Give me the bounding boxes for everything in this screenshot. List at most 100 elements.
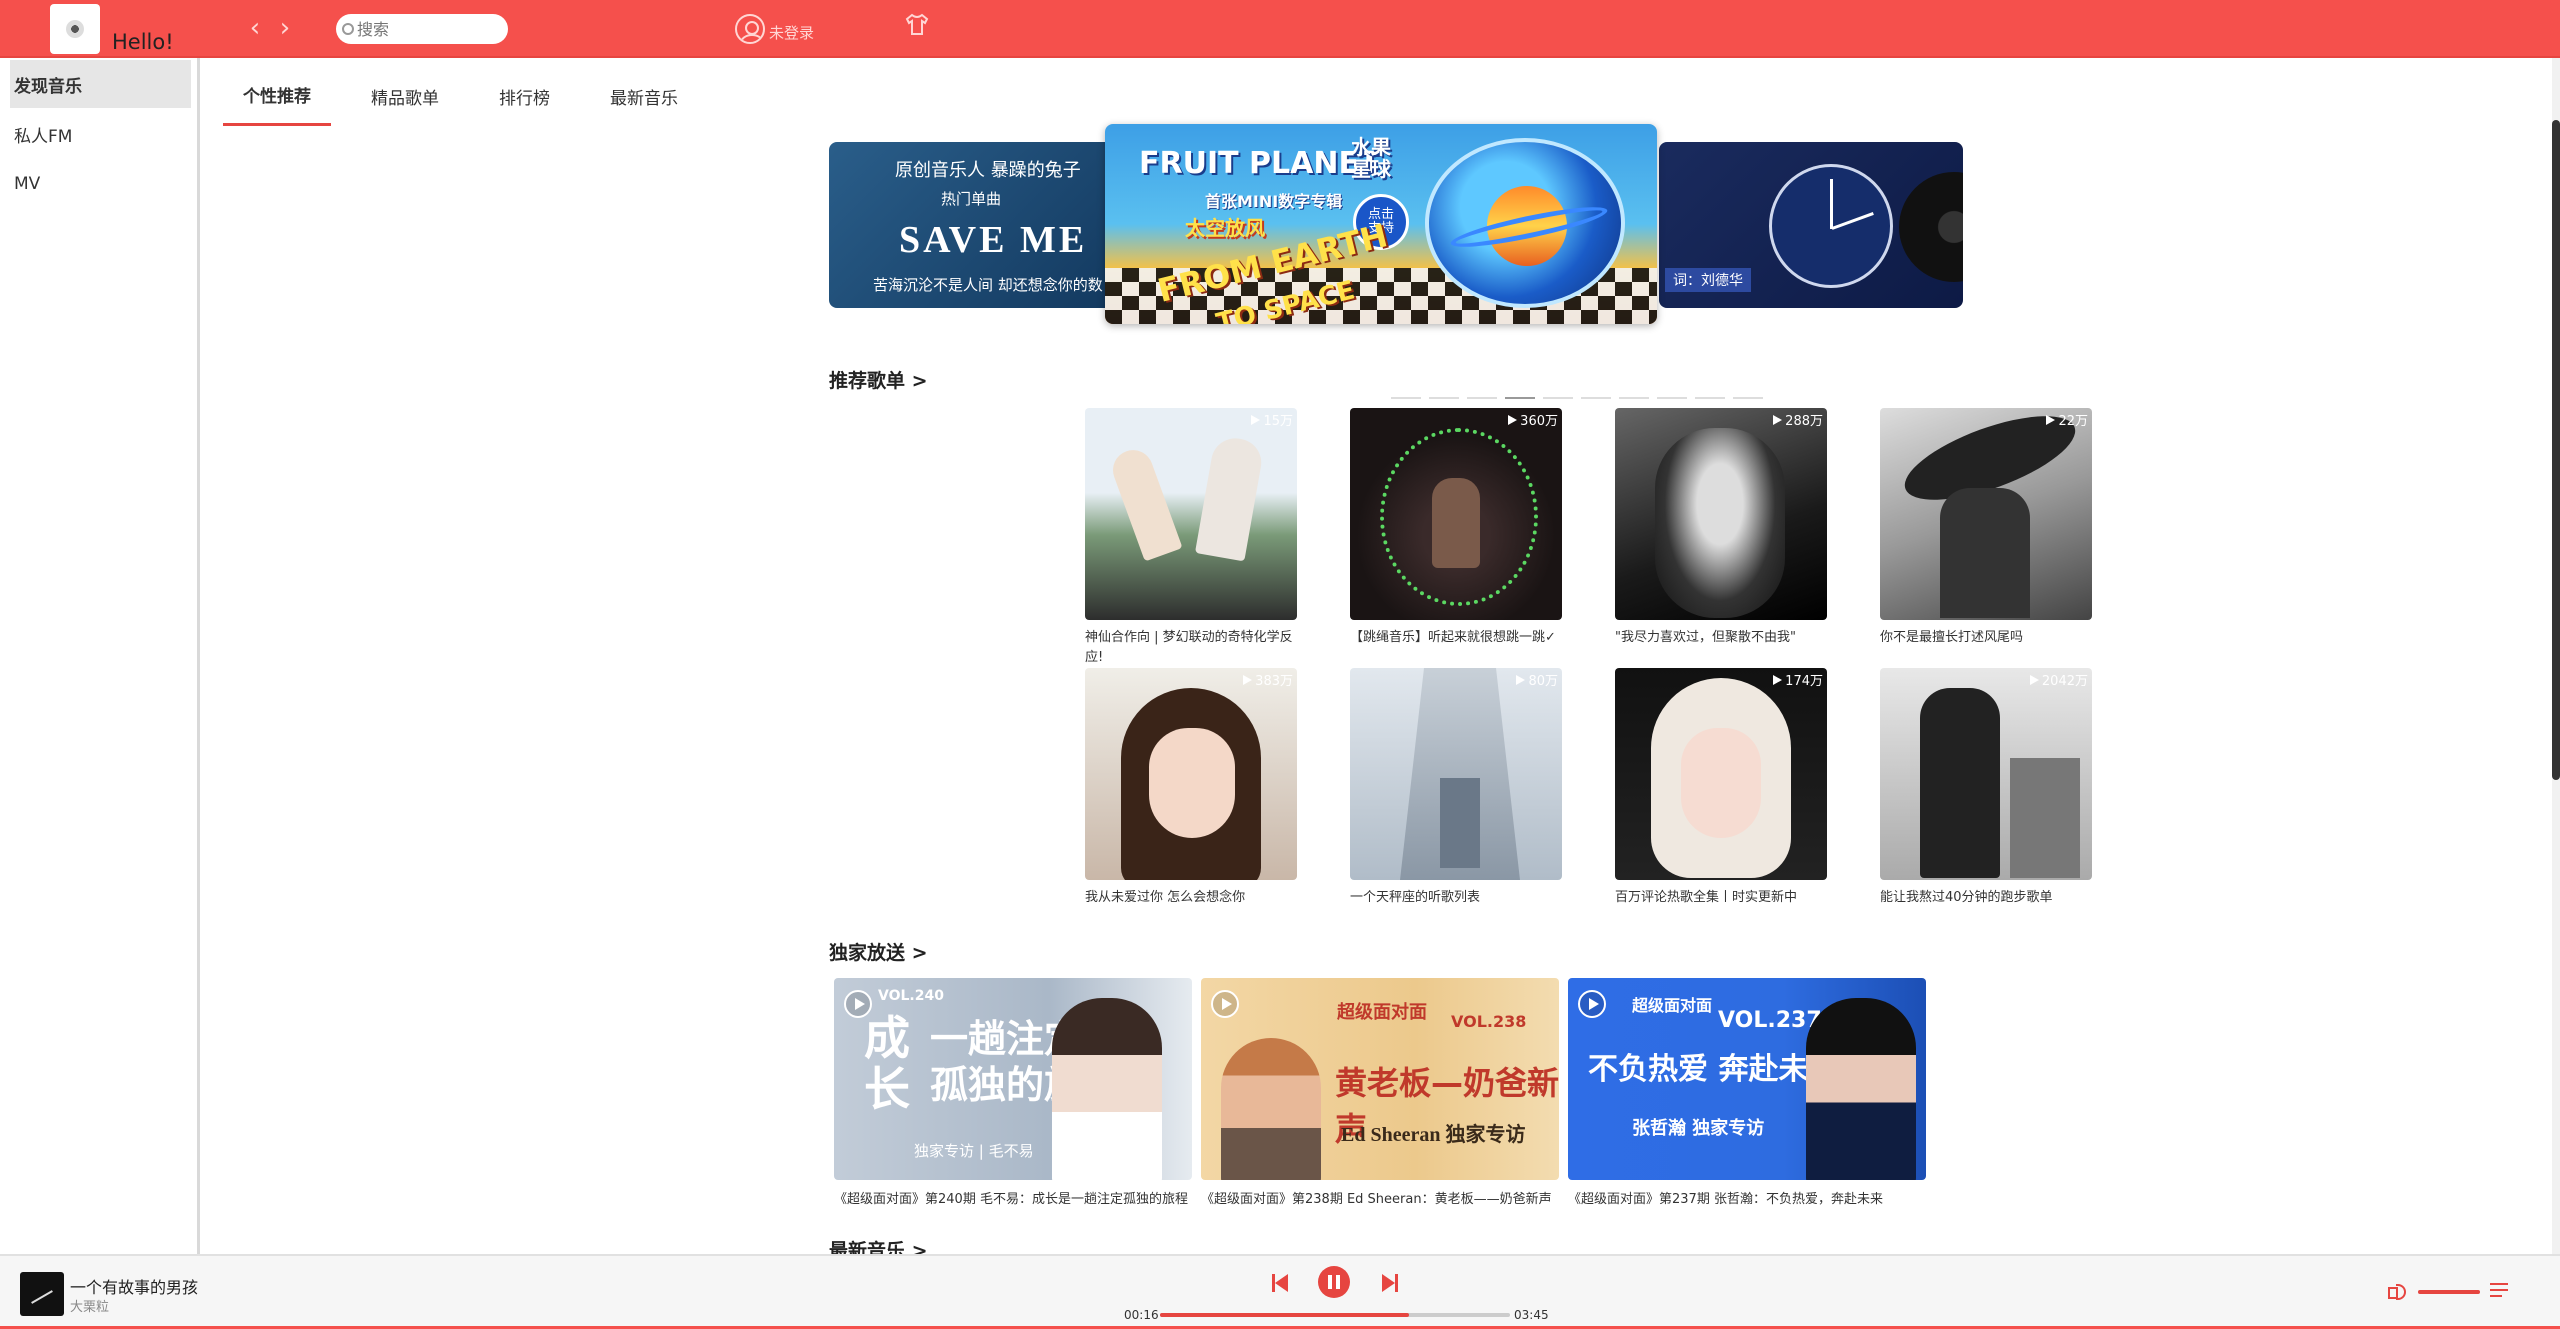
now-playing-artist: 大栗粒 — [70, 1300, 110, 1315]
now-playing-cover[interactable] — [20, 1272, 64, 1316]
playlist-name: 【跳绳音乐】听起来就很想跳一跳✓ — [1350, 630, 1556, 645]
banner-text: 词：刘德华 — [1665, 268, 1751, 292]
play-icon[interactable] — [1578, 990, 1606, 1018]
vinyl-image — [1899, 172, 1963, 282]
banner-subtitle: 首张MINI数字专辑 — [1205, 192, 1343, 211]
exclusive-side-text: 超级面对面 — [1632, 996, 1713, 1015]
exclusive-vol: VOL.238 — [1451, 1012, 1527, 1031]
section-title-exclusive[interactable]: 独家放送 > — [829, 938, 928, 965]
playlist-cover: 383万 — [1085, 668, 1297, 880]
section-title-newest[interactable]: 最新音乐 > — [829, 1236, 928, 1254]
banner-slide-active[interactable]: FRUIT PLANET 水果 星球 首张MINI数字专辑 太空放风 点击 支持… — [1105, 124, 1657, 324]
total-time: 03:45 — [1514, 1308, 1549, 1322]
play-count-value: 360万 — [1520, 414, 1558, 429]
play-count-value: 383万 — [1255, 674, 1293, 689]
exclusive-title: 《超级面对面》第237期 张哲瀚：不负热爱，奔赴未来 — [1568, 1192, 1883, 1207]
carousel-dot[interactable] — [1429, 397, 1459, 399]
playlist-card[interactable]: 360万【跳绳音乐】听起来就很想跳一跳✓ — [1350, 408, 1562, 648]
next-track-icon[interactable] — [1380, 1272, 1398, 1294]
logo-icon — [66, 20, 84, 38]
progress-bar[interactable] — [1160, 1313, 1510, 1317]
playlist-card[interactable]: 15万 神仙合作向 | 梦幻联动的奇特化学反应! — [1085, 408, 1297, 667]
carousel-dot[interactable] — [1657, 397, 1687, 399]
player-bar: 一个有故事的男孩 大栗粒 00:16 03:45 — [0, 1254, 2560, 1329]
play-icon — [1773, 414, 1783, 425]
scrollbar-thumb[interactable] — [2552, 120, 2560, 780]
exclusive-cover: 超级面对面 VOL.238 黄老板—奶爸新声 Ed Sheeran 独家专访 — [1201, 978, 1559, 1180]
exclusive-person-image — [1806, 998, 1916, 1180]
play-count-value: 15万 — [1263, 414, 1293, 429]
playlist-card[interactable]: 383万 我从未爱过你 怎么会想念你 — [1085, 668, 1297, 908]
forward-icon[interactable]: › — [274, 15, 296, 41]
play-icon — [2046, 414, 2056, 425]
planet-image — [1425, 138, 1625, 308]
exclusive-title: 《超级面对面》第238期 Ed Sheeran：黄老板——奶爸新声 — [1201, 1192, 1552, 1207]
login-button[interactable]: 未登录 — [735, 14, 814, 44]
tshirt-icon[interactable] — [903, 12, 931, 38]
playlist-card[interactable]: 80万 一个天秤座的听歌列表 — [1350, 668, 1562, 908]
exclusive-title: 《超级面对面》第240期 毛不易：成长是一趟注定孤独的旅程 — [834, 1192, 1188, 1207]
back-icon[interactable]: ‹ — [244, 15, 266, 41]
play-count: 22万 — [2046, 410, 2088, 429]
playlist-card[interactable]: 288万 "我尽力喜欢过，但聚散不由我" — [1615, 408, 1827, 648]
playlist-cover: 288万 — [1615, 408, 1827, 620]
exclusive-item[interactable]: 超级面对面 VOL.237 不负热爱 奔赴未来 张哲瀚 独家专访 《超级面对面》… — [1568, 978, 1926, 1207]
sidebar-item-fm[interactable]: 私人FM — [10, 110, 191, 158]
banner-title-cn: 水果 星球 — [1351, 135, 1391, 181]
tab-recommend[interactable]: 个性推荐 — [223, 66, 331, 126]
play-count-value: 174万 — [1785, 674, 1823, 689]
now-playing-title: 一个有故事的男孩 — [70, 1278, 199, 1297]
tab-new-music[interactable]: 最新音乐 — [590, 66, 698, 126]
play-count: 80万 — [1516, 670, 1558, 689]
sidebar-item-mv[interactable]: MV — [10, 160, 191, 208]
play-count-value: 2042万 — [2041, 674, 2088, 689]
playlist-card[interactable]: 174万 百万评论热歌全集丨时实更新中 — [1615, 668, 1827, 908]
carousel-dot[interactable] — [1619, 397, 1649, 399]
playlist-card[interactable]: 22万 你不是最擅长打述风尾吗 — [1880, 408, 2092, 648]
sidebar-item-label: MV — [14, 174, 41, 194]
carousel-dot[interactable] — [1543, 397, 1573, 399]
search-input[interactable] — [357, 19, 497, 39]
carousel-dot[interactable] — [1695, 397, 1725, 399]
banner-text: 热门单曲 — [941, 190, 1002, 208]
volume-icon[interactable] — [2388, 1282, 2410, 1300]
pause-icon[interactable] — [1318, 1266, 1350, 1298]
play-icon — [1251, 414, 1261, 425]
exclusive-person-image — [1052, 998, 1162, 1180]
app-logo[interactable] — [50, 4, 100, 54]
tab-charts[interactable]: 排行榜 — [479, 66, 570, 126]
main-content: 个性推荐 精品歌单 排行榜 最新音乐 原创音乐人 暴躁的兔子 热门单曲 SAVE… — [203, 58, 2560, 1254]
volume-slider[interactable] — [2418, 1290, 2480, 1294]
banner-slide-left[interactable]: 原创音乐人 暴躁的兔子 热门单曲 SAVE ME 苦海沉沦不是人间 却还想念你的… — [829, 142, 1129, 308]
play-icon — [1243, 674, 1253, 685]
sidebar-item-discover[interactable]: 发现音乐 — [10, 60, 191, 108]
carousel-dot[interactable] — [1391, 397, 1421, 399]
play-icon[interactable] — [1211, 990, 1239, 1018]
carousel-dot[interactable] — [1467, 397, 1497, 399]
search-box[interactable] — [336, 14, 508, 44]
previous-track-icon[interactable] — [1272, 1272, 1290, 1294]
playlist-cover: 80万 — [1350, 668, 1562, 880]
playlist-card[interactable]: 2042万能让我熬过40分钟的跑步歌单 — [1880, 668, 2092, 908]
exclusive-sub: Ed Sheeran 独家专访 — [1341, 1124, 1526, 1146]
carousel-dot[interactable] — [1581, 397, 1611, 399]
exclusive-item[interactable]: 超级面对面 VOL.238 黄老板—奶爸新声 Ed Sheeran 独家专访 《… — [1201, 978, 1559, 1207]
play-count-value: 288万 — [1785, 414, 1823, 429]
sidebar-item-label: 私人FM — [14, 126, 73, 147]
section-title-recommended[interactable]: 推荐歌单 > — [829, 366, 928, 393]
playlist-icon[interactable] — [2490, 1280, 2512, 1302]
banner-text: SAVE ME — [899, 219, 1088, 261]
playlist-cover: 22万 — [1880, 408, 2092, 620]
carousel-dots — [1391, 397, 1771, 399]
tab-playlists[interactable]: 精品歌单 — [351, 66, 459, 126]
carousel-dot[interactable] — [1505, 397, 1535, 399]
carousel-dot[interactable] — [1733, 397, 1763, 399]
play-count: 15万 — [1251, 410, 1293, 429]
play-count: 288万 — [1773, 410, 1823, 429]
banner-slide-right[interactable]: 词：刘德华 — [1659, 142, 1963, 308]
exclusive-item[interactable]: 一趟注定 孤独的旅程 成 长 VOL.240 独家专访 | 毛不易 《超级面对面… — [834, 978, 1192, 1207]
exclusive-person-image — [1221, 1038, 1321, 1180]
play-icon — [1516, 674, 1526, 685]
progress-fill — [1160, 1313, 1409, 1317]
playlist-name: 能让我熬过40分钟的跑步歌单 — [1880, 890, 2053, 905]
